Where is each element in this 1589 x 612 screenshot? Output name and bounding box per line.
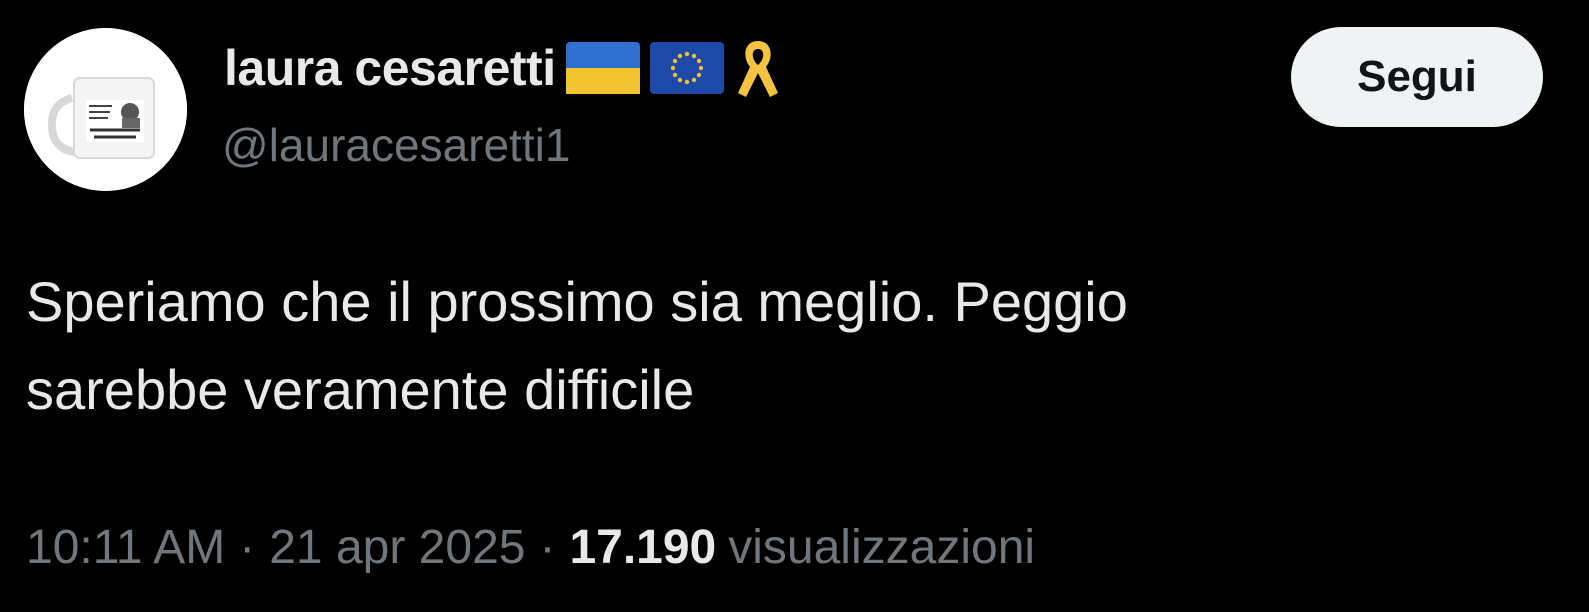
tweet-text-line-2: sarebbe veramente difficile [26, 358, 695, 421]
display-name[interactable]: laura cesaretti [224, 39, 556, 97]
avatar[interactable] [24, 28, 187, 191]
author-name-row: laura cesaretti [224, 36, 782, 100]
author-handle[interactable]: @lauracesaretti1 [222, 118, 570, 172]
avatar-mug-image [24, 28, 187, 191]
meta-separator: · [539, 521, 556, 574]
tweet-text: Speriamo che il prossimo sia meglio. Peg… [26, 258, 1526, 434]
yellow-ribbon-icon [737, 41, 778, 97]
meta-separator: · [239, 521, 256, 574]
tweet-card: laura cesaretti @lauracesaretti1 Segui S… [0, 0, 1589, 612]
tweet-time[interactable]: 10:11 AM [26, 520, 225, 575]
tweet-date[interactable]: 21 apr 2025 [269, 520, 525, 575]
eu-flag-icon [649, 42, 724, 94]
tweet-text-line-1: Speriamo che il prossimo sia meglio. Peg… [26, 270, 1128, 333]
follow-button[interactable]: Segui [1291, 27, 1543, 127]
views-label: visualizzazioni [728, 521, 1036, 574]
tweet-meta: 10:11 AM · 21 apr 2025 · 17.190 visualiz… [26, 520, 1035, 575]
views-count: 17.190 [569, 521, 717, 574]
ukraine-flag-icon [565, 42, 640, 94]
